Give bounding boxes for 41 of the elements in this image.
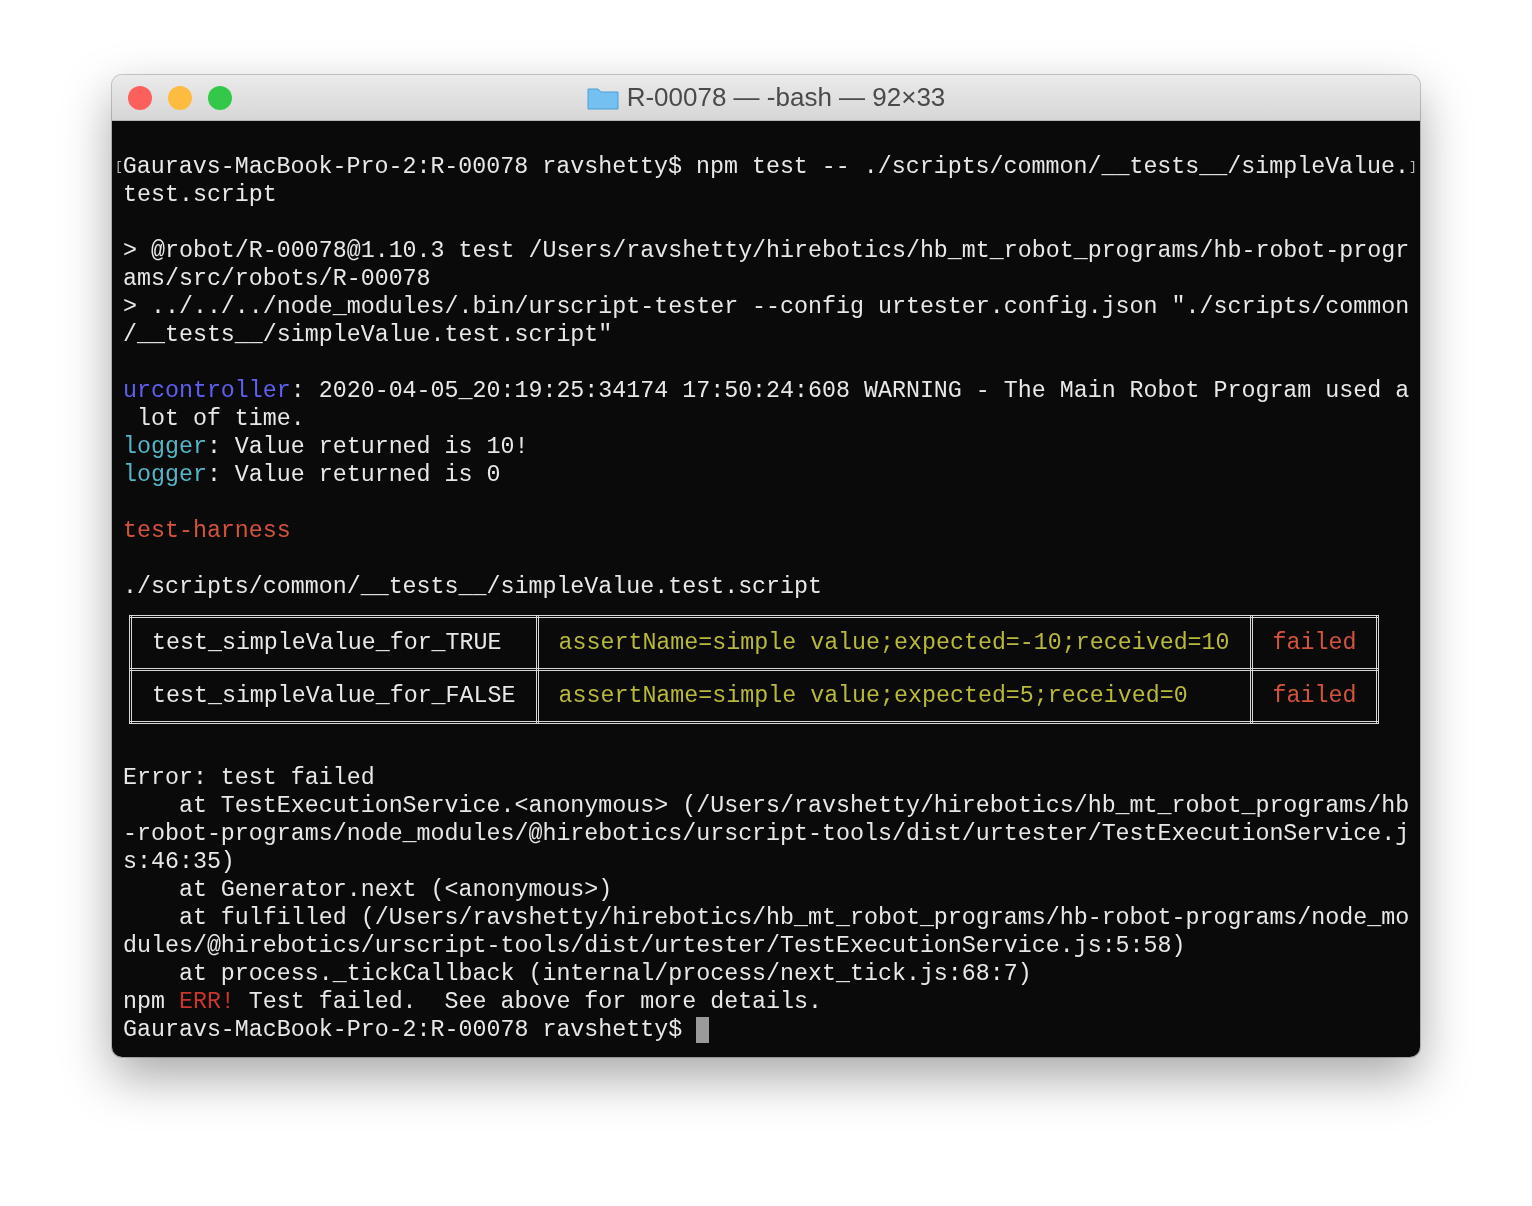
log-source-label: logger — [123, 461, 207, 489]
output-text: Error: test failed — [123, 764, 375, 792]
output-text: s:46:35) — [123, 848, 235, 876]
cursor — [696, 1017, 710, 1043]
section-label: test-harness — [123, 517, 291, 545]
table-cell: test_simpleValue_for_FALSE — [130, 669, 537, 723]
output-text: /__tests__/simpleValue.test.script" — [123, 321, 613, 349]
error-label: ERR! — [178, 988, 235, 1016]
table-cell: assertName=simple value;expected=-10;received=10 — [537, 616, 1252, 670]
log-source-label: urcontroller — [123, 377, 291, 405]
output-text: > ../../../node_modules/.bin/urscript-tester --config urtester.config.json "./scripts/common — [123, 293, 1410, 321]
output-text: ams/src/robots/R-00078 — [123, 265, 431, 293]
output-text: at fulfilled (/Users/ravshetty/hirebotics/hb_mt_robot_programs/hb-robot-programs/node_mo — [177, 904, 1410, 932]
folder-icon — [586, 85, 619, 110]
minimize-button[interactable] — [168, 85, 192, 110]
output-text: ./scripts/common/__tests__/simpleValue.test.script — [123, 573, 823, 601]
output-text: > @robot/R-00078@1.10.3 test /Users/ravshetty/hirebotics/hb_mt_robot_programs/hb-robot-progr — [123, 237, 1410, 265]
output-text: Test failed. See above for more details. — [247, 988, 823, 1016]
table-cell: test_simpleValue_for_TRUE — [130, 616, 537, 670]
close-button[interactable] — [128, 85, 152, 110]
output-text: at process._tickCallback (internal/process/next_tick.js:68:7) — [177, 960, 1032, 988]
output-text: -robot-programs/node_modules/@hirebotics/urscript-tools/dist/urtester/TestExecutionService.j — [123, 820, 1410, 848]
mark-bracket: ] — [1409, 158, 1417, 176]
output-text: at Generator.next (<anonymous>) — [177, 876, 613, 904]
output-text: at TestExecutionService.<anonymous> (/Users/ravshetty/hirebotics/hb_mt_robot_programs/hb — [177, 792, 1410, 820]
output-text: Gauravs-MacBook-Pro-2:R-00078 ravshetty$ npm test -- ./scripts/common/__tests__/simpleValue. — [122, 153, 1409, 181]
table-cell: failed — [1251, 616, 1378, 670]
window-title: R-00078 — -bash — 92×33 — [626, 82, 946, 113]
log-source-label: logger — [123, 433, 207, 461]
output-text: lot of time. — [135, 405, 305, 433]
output-text: test.script — [123, 181, 277, 209]
output-text: : Value returned is 10! — [206, 433, 529, 461]
table-cell: assertName=simple value;expected=5;received=0 — [537, 669, 1252, 723]
output-text: : 2020-04-05_20:19:25:34174 17:50:24:608 WARNING - The Main Robot Program used a — [290, 377, 1410, 405]
output-text: Gauravs-MacBook-Pro-2:R-00078 ravshetty$ — [123, 1016, 684, 1044]
zoom-button[interactable] — [208, 85, 232, 110]
output-text: npm — [123, 988, 166, 1016]
mark-bracket: [ — [115, 158, 123, 176]
output-text: dules/@hirebotics/urscript-tools/dist/urtester/TestExecutionService.js:5:58) — [123, 932, 1186, 960]
output-text: : Value returned is 0 — [206, 461, 501, 489]
table-cell: failed — [1251, 669, 1378, 723]
